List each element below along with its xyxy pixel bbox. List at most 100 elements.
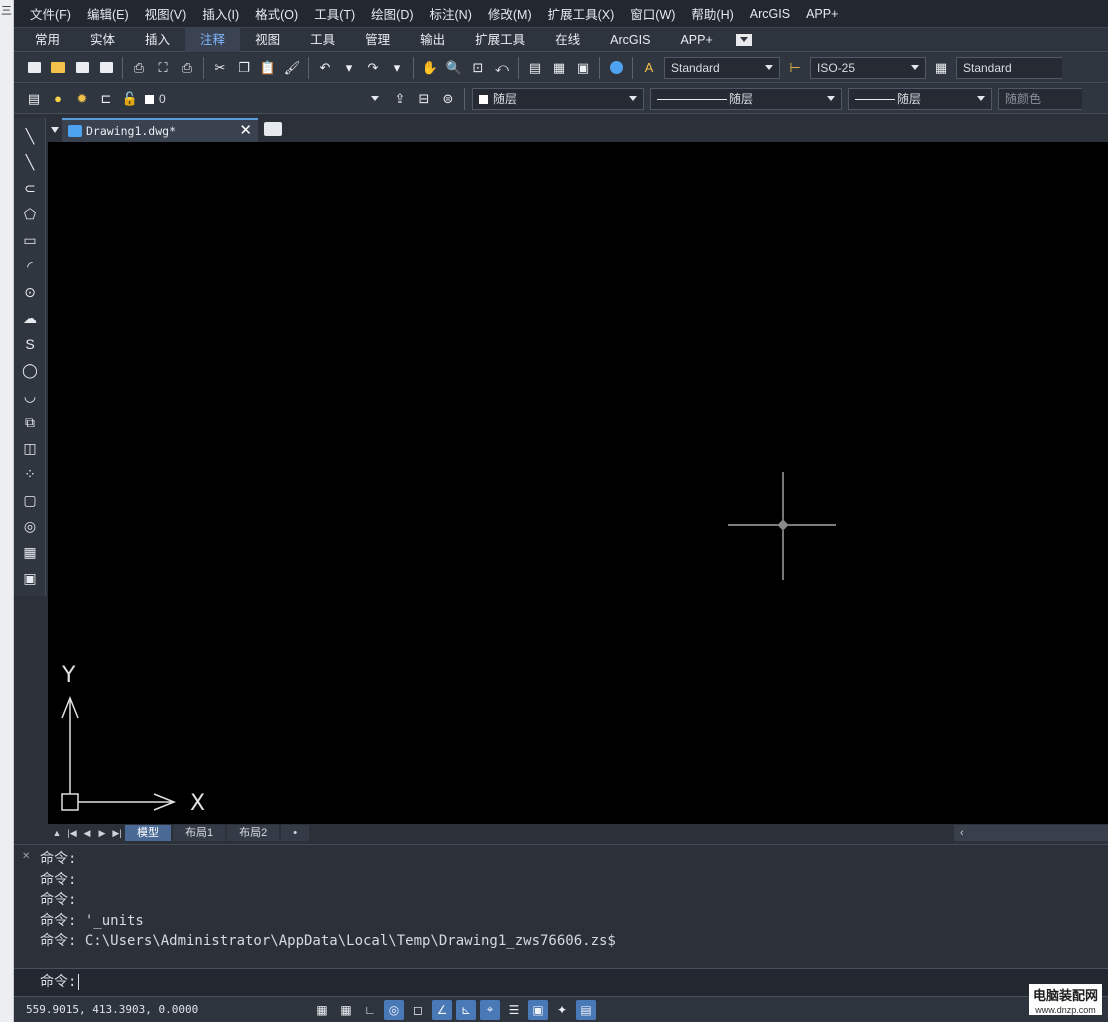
menu-item[interactable]: 插入(I) bbox=[194, 4, 247, 23]
ortho-mode-icon[interactable]: ∟ bbox=[360, 1000, 380, 1020]
tool-palettes-icon[interactable]: ▣ bbox=[574, 59, 592, 77]
grid-display-icon[interactable]: ▦ bbox=[336, 1000, 356, 1020]
spline-icon[interactable]: S bbox=[20, 334, 40, 354]
viewport-freeze-icon[interactable]: ⊏ bbox=[97, 90, 115, 108]
close-icon[interactable]: ✕ bbox=[22, 851, 30, 862]
design-center-icon[interactable]: ▦ bbox=[550, 59, 568, 77]
color-select[interactable]: 随层 bbox=[472, 87, 644, 110]
make-current-layer-icon[interactable]: ⇪ bbox=[391, 90, 409, 108]
rectangle-icon[interactable]: ▭ bbox=[20, 230, 40, 250]
ribbon-tab[interactable]: 注释 bbox=[185, 27, 241, 52]
last-layout-icon[interactable]: ▶| bbox=[111, 826, 123, 840]
add-layout-tab[interactable]: • bbox=[281, 825, 310, 841]
region-icon[interactable]: ◎ bbox=[20, 516, 40, 536]
ellipse-icon[interactable]: ◯ bbox=[20, 360, 40, 380]
table-style-select[interactable]: Standard bbox=[956, 56, 1062, 79]
polyline-icon[interactable]: ⊂ bbox=[20, 178, 40, 198]
point-icon[interactable]: ⁘ bbox=[20, 464, 40, 484]
layer-states-icon[interactable]: ⊜ bbox=[439, 90, 457, 108]
text-style-select[interactable]: Standard bbox=[664, 56, 780, 79]
help-icon[interactable] bbox=[607, 59, 625, 77]
construction-line-icon[interactable]: ╲ bbox=[20, 152, 40, 172]
layer-manager-icon[interactable]: ▤ bbox=[25, 90, 43, 108]
lock-icon[interactable]: 🔓 bbox=[121, 90, 139, 108]
quick-properties-icon[interactable]: ▤ bbox=[576, 999, 596, 1020]
menu-item[interactable]: 标注(N) bbox=[422, 4, 480, 23]
annotation-scale-icon[interactable]: ✦ bbox=[552, 1000, 572, 1020]
menu-item[interactable]: 绘图(D) bbox=[363, 4, 421, 23]
match-properties-icon[interactable]: 🖌 bbox=[283, 59, 301, 77]
close-icon[interactable]: ✕ bbox=[239, 121, 252, 139]
object-snap-icon[interactable]: ◻ bbox=[408, 1000, 428, 1020]
object-snap-tracking-icon[interactable]: ∠ bbox=[432, 999, 452, 1020]
line-icon[interactable]: ╲ bbox=[20, 126, 40, 146]
polygon-icon[interactable]: ⬠ bbox=[20, 204, 40, 224]
undo-dropdown-icon[interactable]: ▾ bbox=[340, 59, 358, 77]
ribbon-tab[interactable]: 视图 bbox=[240, 28, 295, 52]
menu-item[interactable]: APP+ bbox=[798, 7, 846, 21]
horizontal-scrollbar[interactable]: ‹ bbox=[954, 825, 1108, 841]
snap-grid-icon[interactable]: ▦ bbox=[312, 1000, 332, 1020]
paste-icon[interactable]: 📋 bbox=[259, 59, 277, 77]
layout-tab[interactable]: 模型 bbox=[125, 825, 171, 841]
table-icon[interactable]: ▦ bbox=[20, 542, 40, 562]
properties-icon[interactable]: ▤ bbox=[526, 59, 544, 77]
revision-cloud-icon[interactable]: ☁ bbox=[20, 308, 40, 328]
layout-tab[interactable]: 布局2 bbox=[227, 825, 280, 841]
save-icon[interactable] bbox=[73, 59, 91, 77]
new-tab-icon[interactable] bbox=[264, 122, 282, 136]
cut-icon[interactable]: ✂ bbox=[211, 59, 229, 77]
ribbon-tab[interactable]: 工具 bbox=[295, 28, 350, 52]
redo-dropdown-icon[interactable]: ▾ bbox=[388, 59, 406, 77]
plotstyle-select[interactable]: 随颜色 bbox=[998, 87, 1082, 110]
tab-list-icon[interactable] bbox=[51, 127, 59, 137]
arc-icon[interactable]: ◜ bbox=[20, 256, 40, 276]
multiline-text-icon[interactable]: ▣ bbox=[20, 568, 40, 588]
pan-hand-icon[interactable]: ✋ bbox=[421, 59, 439, 77]
insert-block-icon[interactable]: ⧉ bbox=[20, 412, 40, 432]
prev-layout-icon[interactable]: ◀ bbox=[81, 826, 93, 840]
new-file-icon[interactable] bbox=[25, 59, 43, 77]
ribbon-tab[interactable]: 管理 bbox=[350, 28, 405, 52]
copy-icon[interactable]: ❐ bbox=[235, 59, 253, 77]
zoom-window-icon[interactable]: ⊡ bbox=[469, 59, 487, 77]
linetype-select[interactable]: 随层 bbox=[650, 87, 842, 110]
menu-item[interactable]: 编辑(E) bbox=[79, 4, 137, 23]
menu-item[interactable]: 帮助(H) bbox=[683, 4, 741, 23]
ribbon-tab[interactable]: APP+ bbox=[665, 28, 727, 52]
command-input[interactable]: 命令: bbox=[14, 968, 1108, 996]
menu-item[interactable]: 修改(M) bbox=[480, 4, 540, 23]
ribbon-tab[interactable]: 常用 bbox=[20, 28, 75, 52]
save-as-icon[interactable] bbox=[97, 59, 115, 77]
sun-freeze-icon[interactable]: ✹ bbox=[73, 90, 91, 108]
layer-previous-icon[interactable]: ⊟ bbox=[415, 90, 433, 108]
ribbon-tab[interactable]: 输出 bbox=[405, 28, 460, 52]
menu-item[interactable]: ArcGIS bbox=[742, 7, 798, 21]
hatch-icon[interactable]: ▢ bbox=[20, 490, 40, 510]
open-folder-icon[interactable] bbox=[49, 59, 67, 77]
next-layout-icon[interactable]: ▶ bbox=[96, 826, 108, 840]
ribbon-tab[interactable]: 插入 bbox=[130, 28, 185, 52]
layout-tab[interactable]: 布局1 bbox=[173, 825, 226, 841]
menu-item[interactable]: 扩展工具(X) bbox=[540, 4, 623, 23]
zoom-previous-icon[interactable]: ⤺ bbox=[493, 59, 511, 77]
selection-cycling-icon[interactable]: ▣ bbox=[528, 999, 548, 1020]
ribbon-tab[interactable]: 扩展工具 bbox=[460, 28, 540, 52]
menu-item[interactable]: 视图(V) bbox=[137, 4, 195, 23]
dim-style-select[interactable]: ISO-25 bbox=[810, 56, 926, 79]
lineweight-display-icon[interactable]: ☰ bbox=[504, 1000, 524, 1020]
ribbon-minimize-icon[interactable] bbox=[735, 33, 752, 46]
circle-icon[interactable]: ⊙ bbox=[20, 282, 40, 302]
ribbon-tab[interactable]: 在线 bbox=[540, 28, 595, 52]
zoom-realtime-icon[interactable]: 🔍 bbox=[445, 59, 463, 77]
drawing-canvas[interactable]: X Y bbox=[48, 142, 1108, 824]
menu-item[interactable]: 文件(F) bbox=[22, 4, 79, 23]
lightbulb-icon[interactable]: ● bbox=[49, 90, 67, 108]
ribbon-tab[interactable]: ArcGIS bbox=[595, 28, 665, 52]
menu-item[interactable]: 工具(T) bbox=[306, 4, 363, 23]
print-icon[interactable]: ⎙ bbox=[130, 59, 148, 77]
ribbon-tab[interactable]: 实体 bbox=[75, 28, 130, 52]
ellipse-arc-icon[interactable]: ◡ bbox=[20, 386, 40, 406]
print-preview-icon[interactable]: ⛶ bbox=[154, 59, 172, 77]
dynamic-ucs-icon[interactable]: ⊾ bbox=[456, 999, 476, 1020]
